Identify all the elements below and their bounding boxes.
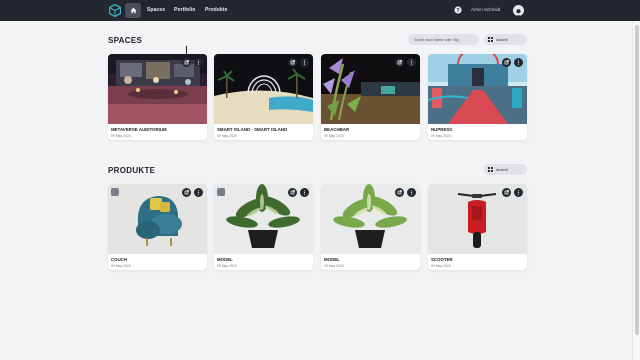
space-thumbnail (108, 54, 207, 124)
model-type-icon (111, 188, 119, 196)
more-options-button[interactable] (194, 188, 203, 197)
open-external-button[interactable] (395, 58, 404, 67)
open-external-button[interactable] (182, 188, 191, 197)
space-card-metaverse-auditorium[interactable]: METAVERSE AUDITORIUM 09 May 2023 (108, 54, 207, 140)
open-external-button[interactable] (502, 188, 511, 197)
external-link-icon (290, 190, 295, 195)
card-title: BEACHBAR (324, 127, 350, 132)
space-card-nupress[interactable]: NUPRESS 09 May 2023 (428, 54, 527, 140)
space-card-smart-island[interactable]: SMART ISLAND - SMART ISLAND 09 May 2023 (214, 54, 313, 140)
scrollbar-thumb[interactable] (635, 25, 639, 335)
product-card-scooter[interactable]: SCOOTER 09 May 2023 (428, 184, 527, 270)
external-link-icon (397, 60, 402, 65)
space-thumbnail (321, 54, 420, 124)
card-date: 09 May 2023 (431, 134, 451, 138)
external-link-icon (504, 190, 509, 195)
products-view-label: Ansicht (496, 167, 508, 172)
grid-view-icon (488, 167, 493, 172)
external-link-icon (184, 190, 189, 195)
product-card-couch[interactable]: COUCH 09 May 2023 (108, 184, 207, 270)
external-link-icon (290, 60, 295, 65)
open-external-button[interactable] (182, 58, 191, 67)
more-options-button[interactable] (300, 188, 309, 197)
more-vertical-icon (518, 190, 519, 195)
more-options-button[interactable] (514, 58, 523, 67)
more-options-button[interactable] (514, 188, 523, 197)
more-options-button[interactable] (407, 188, 416, 197)
card-date: 09 May 2023 (324, 264, 344, 268)
home-button[interactable] (125, 3, 141, 18)
more-options-button[interactable] (300, 58, 309, 67)
products-view-toggle-button[interactable]: Ansicht (484, 164, 527, 175)
user-name[interactable]: Armin Schmidt (471, 7, 500, 12)
more-options-button[interactable] (194, 58, 203, 67)
model-type-icon (217, 188, 225, 196)
more-vertical-icon (411, 190, 412, 195)
svg-text:?: ? (456, 8, 460, 14)
section-title-spaces: SPACES (108, 36, 143, 45)
external-link-icon (397, 190, 402, 195)
open-external-button[interactable] (288, 58, 297, 67)
space-thumbnail (428, 54, 527, 124)
card-date: 09 May 2023 (324, 134, 344, 138)
spaces-search-input[interactable]: Suche nach Name oder Tag (408, 34, 479, 45)
section-title-produkte: PRODUKTE (108, 166, 156, 175)
text-cursor (186, 46, 187, 54)
card-title: METAVERSE AUDITORIUM (111, 127, 167, 132)
home-icon (130, 7, 136, 14)
card-title: COUCH (111, 257, 128, 262)
more-vertical-icon (304, 60, 305, 65)
help-icon[interactable]: ? (454, 6, 462, 14)
top-navigation-bar: Spaces Portfolio Produkte ? Armin Schmid… (0, 0, 640, 21)
product-card-model-1[interactable]: MODEL 09 May 2023 (214, 184, 313, 270)
nav-link-spaces[interactable]: Spaces (147, 7, 165, 13)
card-title: NUPRESS (431, 127, 453, 132)
cube-logo-icon[interactable] (108, 3, 122, 18)
page-scrollbar[interactable] (632, 21, 640, 360)
card-date: 09 May 2023 (217, 134, 237, 138)
open-external-button[interactable] (395, 188, 404, 197)
spaces-view-label: Ansicht (496, 37, 508, 42)
card-date: 09 May 2023 (217, 264, 237, 268)
card-title: SMART ISLAND - SMART ISLAND (217, 127, 288, 132)
card-date: 09 May 2023 (111, 264, 131, 268)
nav-link-produkte[interactable]: Produkte (205, 7, 227, 13)
card-title: MODEL (217, 257, 233, 262)
card-date: 09 May 2023 (431, 264, 451, 268)
more-vertical-icon (518, 60, 519, 65)
nav-link-portfolio[interactable]: Portfolio (174, 7, 195, 13)
user-avatar-icon[interactable] (513, 5, 524, 16)
space-card-beachbar[interactable]: BEACHBAR 09 May 2023 (321, 54, 420, 140)
product-thumbnail (108, 184, 207, 254)
card-title: SCOOTER (431, 257, 453, 262)
more-vertical-icon (198, 60, 199, 65)
space-thumbnail (214, 54, 313, 124)
product-thumbnail (214, 184, 313, 254)
more-vertical-icon (198, 190, 199, 195)
grid-view-icon (488, 37, 493, 42)
external-link-icon (504, 60, 509, 65)
more-options-button[interactable] (407, 58, 416, 67)
more-vertical-icon (411, 60, 412, 65)
external-link-icon (184, 60, 189, 65)
spaces-view-toggle-button[interactable]: Ansicht (484, 34, 527, 45)
more-vertical-icon (304, 190, 305, 195)
product-thumbnail (321, 184, 420, 254)
product-thumbnail (428, 184, 527, 254)
card-title: MODEL (324, 257, 340, 262)
open-external-button[interactable] (288, 188, 297, 197)
card-date: 09 May 2023 (111, 134, 131, 138)
product-card-model-2[interactable]: MODEL 09 May 2023 (321, 184, 420, 270)
open-external-button[interactable] (502, 58, 511, 67)
